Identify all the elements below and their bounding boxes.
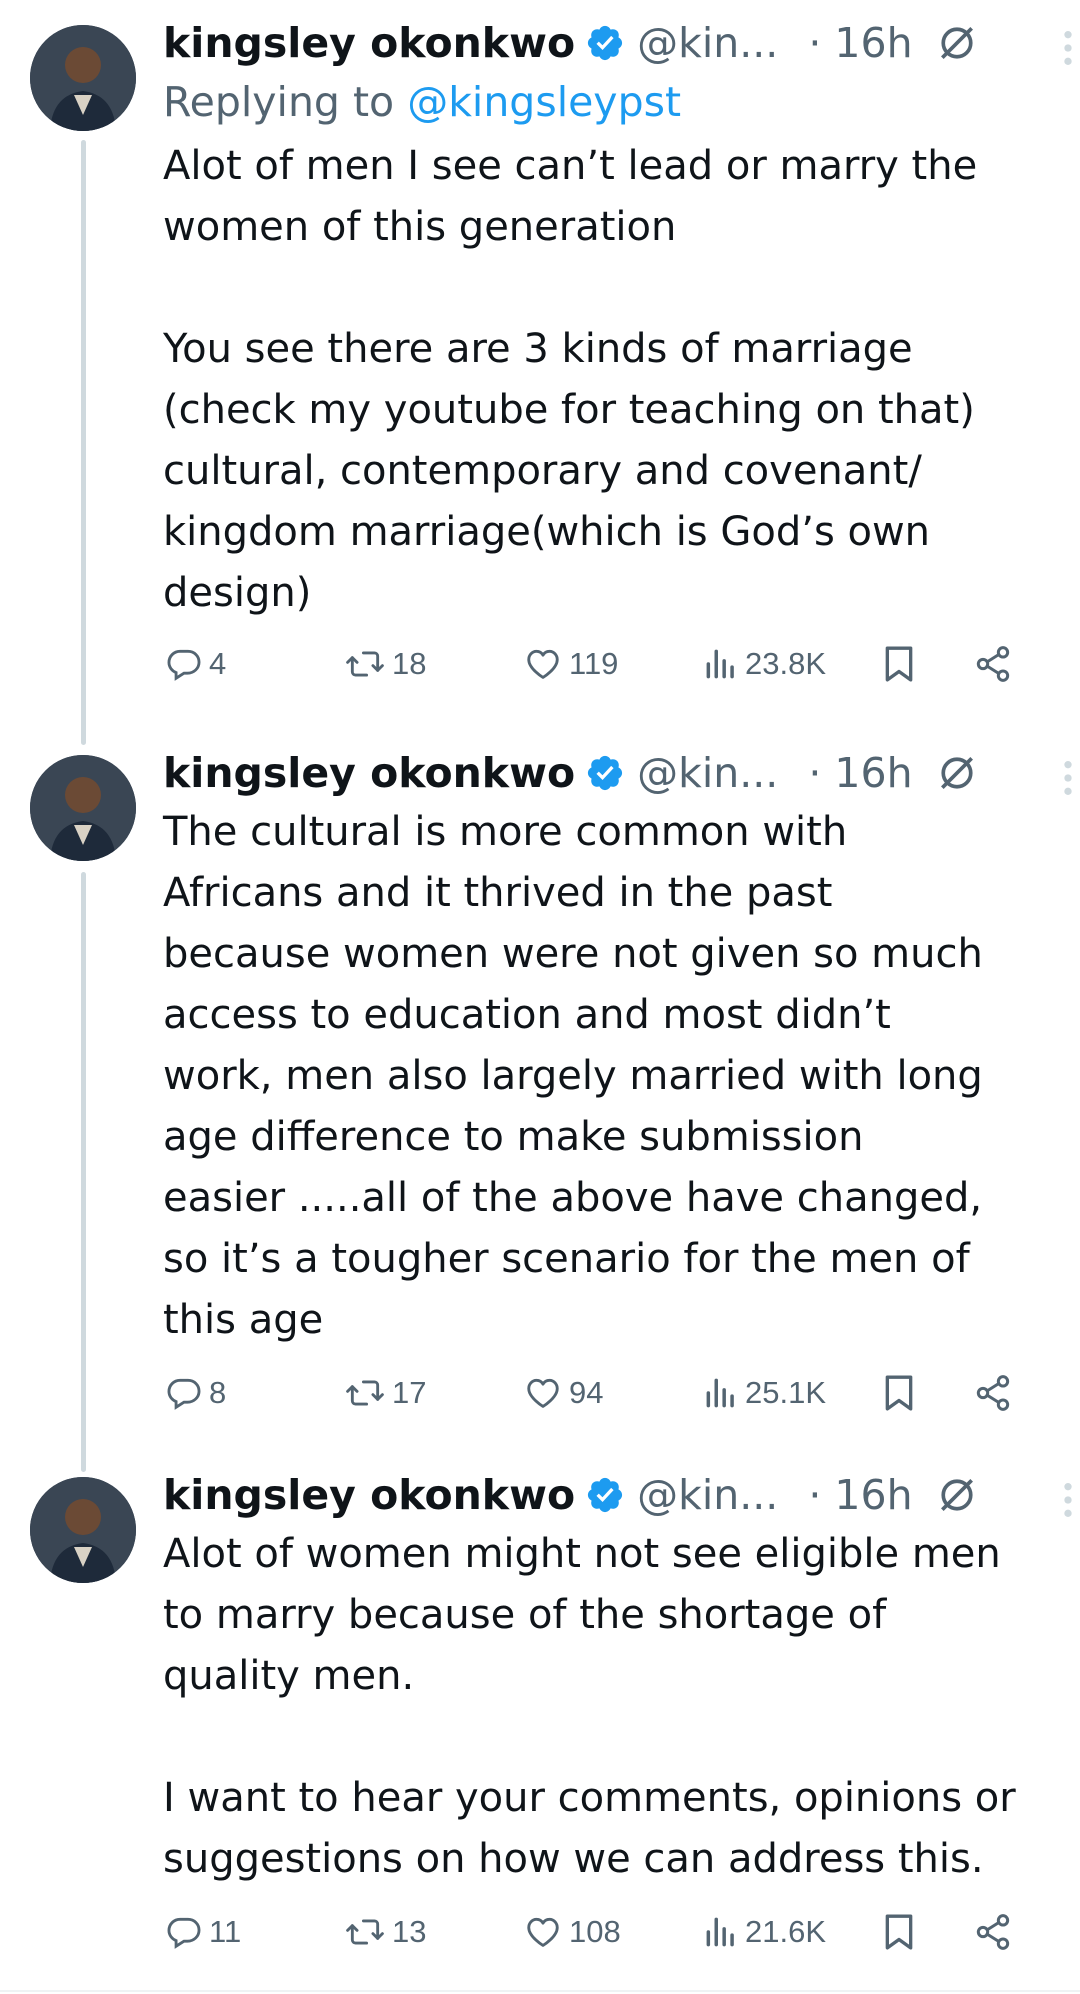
avatar[interactable] bbox=[30, 1477, 136, 1583]
like-icon bbox=[527, 1378, 559, 1408]
repost-icon bbox=[346, 1380, 384, 1406]
repost-count: 17 bbox=[392, 1375, 427, 1410]
share-icon bbox=[976, 646, 1010, 682]
author-name[interactable]: kingsley okonkwo bbox=[163, 1466, 575, 1524]
verified-badge-icon bbox=[588, 1477, 623, 1513]
verified-badge-icon bbox=[588, 755, 623, 791]
like-icon bbox=[527, 1917, 559, 1947]
repost-count: 18 bbox=[392, 646, 427, 681]
reply-button[interactable]: 11 bbox=[165, 1902, 241, 1962]
like-icon bbox=[527, 649, 559, 679]
bookmark-icon bbox=[885, 646, 913, 682]
reply-icon bbox=[167, 1378, 201, 1410]
author-name[interactable]: kingsley okonkwo bbox=[163, 14, 575, 72]
bookmark-button[interactable] bbox=[881, 1902, 917, 1962]
reply-button[interactable]: 4 bbox=[165, 634, 226, 694]
more-options-icon[interactable] bbox=[1058, 758, 1078, 798]
repost-icon bbox=[346, 1919, 384, 1945]
bookmark-icon bbox=[885, 1914, 913, 1950]
views-button[interactable]: 23.8K bbox=[703, 634, 826, 694]
like-count: 108 bbox=[569, 1914, 621, 1949]
author-name[interactable]: kingsley okonkwo bbox=[163, 744, 575, 802]
avatar[interactable] bbox=[30, 25, 136, 131]
share-button[interactable] bbox=[973, 1902, 1013, 1962]
bookmark-button[interactable] bbox=[881, 634, 917, 694]
like-count: 119 bbox=[569, 646, 619, 681]
tweet-text: The cultural is more common with African… bbox=[163, 809, 983, 1343]
timestamp[interactable]: · 16h bbox=[808, 744, 912, 802]
replying-to: Replying to @kingsleypst bbox=[163, 72, 1056, 132]
repost-button[interactable]: 13 bbox=[344, 1902, 426, 1962]
tweet-actions: 11 13 108 21.6K bbox=[163, 1902, 1056, 1962]
tweet-header: kingsley okonkwo @kin... · 16h bbox=[163, 1466, 1056, 1524]
tweet-text: Alot of women might not see eligible men… bbox=[163, 1531, 1016, 1882]
bookmark-button[interactable] bbox=[881, 1363, 917, 1423]
share-button[interactable] bbox=[973, 1363, 1013, 1423]
replying-to-mention[interactable]: @kingsleypst bbox=[407, 78, 681, 126]
reply-count: 11 bbox=[209, 1914, 242, 1949]
views-count: 21.6K bbox=[745, 1914, 827, 1949]
repost-icon bbox=[346, 651, 384, 677]
tweet[interactable]: kingsley okonkwo @kin... · 16h The cultu… bbox=[0, 730, 1080, 1440]
tweet-actions: 4 18 119 23.8K bbox=[163, 634, 1056, 694]
tweet-actions: 8 17 94 25.1K bbox=[163, 1363, 1056, 1423]
repost-count: 13 bbox=[392, 1914, 427, 1949]
reply-icon bbox=[167, 1917, 201, 1949]
verified-badge-icon bbox=[588, 25, 623, 61]
timestamp[interactable]: · 16h bbox=[808, 1466, 912, 1524]
bookmark-icon bbox=[885, 1375, 913, 1411]
reply-count: 8 bbox=[209, 1375, 227, 1410]
avatar[interactable] bbox=[30, 755, 136, 861]
share-icon bbox=[976, 1914, 1010, 1950]
views-button[interactable]: 25.1K bbox=[703, 1363, 826, 1423]
author-handle[interactable]: @kin... bbox=[637, 1466, 778, 1524]
reply-count: 4 bbox=[209, 646, 227, 681]
grok-icon[interactable] bbox=[935, 1473, 979, 1517]
tweet-header: kingsley okonkwo @kin... · 16h bbox=[163, 744, 1056, 802]
replying-to-prefix: Replying to bbox=[163, 78, 408, 126]
tweet-content: kingsley okonkwo @kin... · 16h The cultu… bbox=[163, 744, 1056, 1423]
views-button[interactable]: 21.6K bbox=[703, 1902, 826, 1962]
repost-button[interactable]: 17 bbox=[344, 1363, 426, 1423]
author-handle[interactable]: @kin... bbox=[637, 744, 778, 802]
share-icon bbox=[976, 1375, 1010, 1411]
reply-button[interactable]: 8 bbox=[165, 1363, 226, 1423]
views-icon bbox=[706, 1378, 734, 1408]
more-options-icon[interactable] bbox=[1058, 1480, 1078, 1520]
grok-icon[interactable] bbox=[935, 21, 979, 65]
like-button[interactable]: 94 bbox=[523, 1363, 603, 1423]
like-button[interactable]: 108 bbox=[523, 1902, 621, 1962]
repost-button[interactable]: 18 bbox=[344, 634, 426, 694]
tweet-header: kingsley okonkwo @kin... · 16h bbox=[163, 14, 1056, 72]
tweet[interactable]: kingsley okonkwo @kin... · 16h Replying … bbox=[0, 0, 1080, 735]
views-icon bbox=[706, 649, 734, 679]
like-count: 94 bbox=[569, 1375, 604, 1410]
reply-icon bbox=[167, 649, 201, 681]
tweet[interactable]: kingsley okonkwo @kin... · 16h Alot of w… bbox=[0, 1452, 1080, 1992]
tweet-content: kingsley okonkwo @kin... · 16h Alot of w… bbox=[163, 1466, 1056, 1962]
like-button[interactable]: 119 bbox=[523, 634, 618, 694]
share-button[interactable] bbox=[973, 634, 1013, 694]
tweet-text: Alot of men I see can’t lead or marry th… bbox=[163, 143, 978, 616]
views-icon bbox=[706, 1917, 734, 1947]
views-count: 23.8K bbox=[745, 646, 827, 681]
divider bbox=[0, 1990, 1080, 1992]
author-handle[interactable]: @kin... bbox=[637, 14, 778, 72]
timestamp[interactable]: · 16h bbox=[808, 14, 912, 72]
views-count: 25.1K bbox=[745, 1375, 827, 1410]
grok-icon[interactable] bbox=[935, 751, 979, 795]
tweet-content: kingsley okonkwo @kin... · 16h Replying … bbox=[163, 14, 1056, 694]
more-options-icon[interactable] bbox=[1058, 28, 1078, 68]
